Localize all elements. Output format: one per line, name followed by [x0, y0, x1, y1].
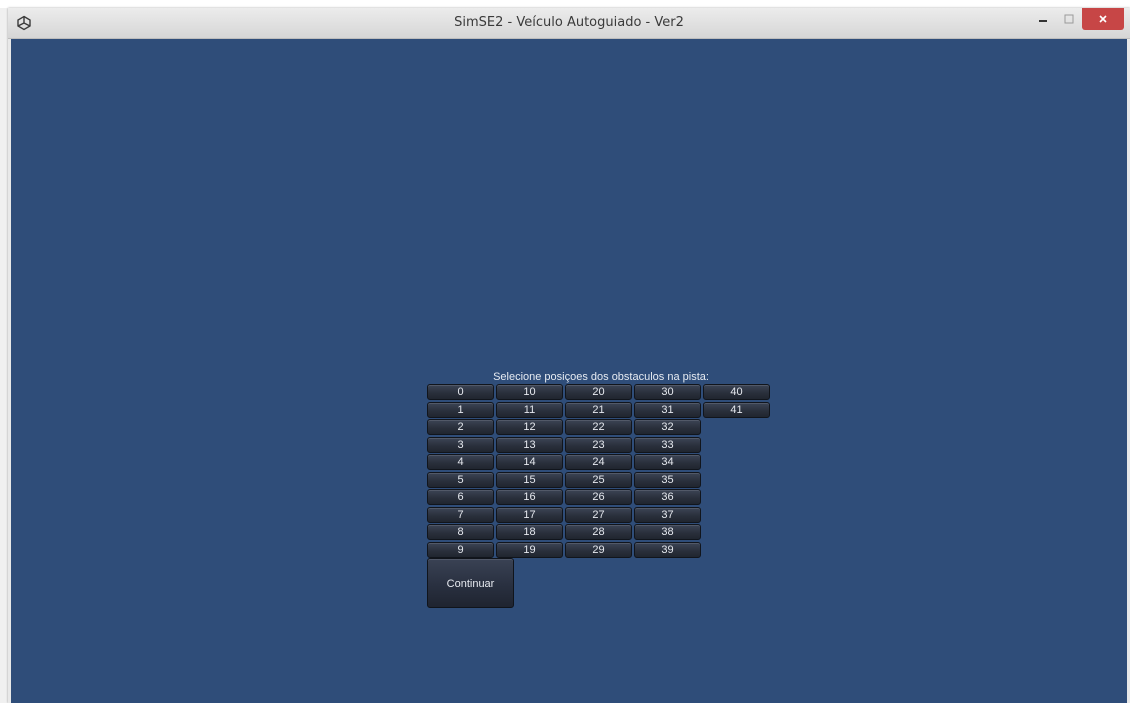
- position-button[interactable]: 12: [496, 419, 563, 435]
- position-button[interactable]: 5: [427, 471, 494, 488]
- position-button[interactable]: 3: [427, 436, 494, 453]
- maximize-button[interactable]: [1056, 8, 1082, 30]
- position-button[interactable]: 41: [703, 401, 770, 418]
- close-icon: [1098, 14, 1108, 24]
- position-button[interactable]: 34: [634, 454, 701, 470]
- position-button[interactable]: 38: [634, 524, 701, 540]
- position-button[interactable]: 37: [634, 506, 701, 523]
- close-button[interactable]: [1082, 8, 1124, 30]
- position-button[interactable]: 6: [427, 489, 494, 505]
- position-button[interactable]: 1: [427, 401, 494, 418]
- window-title: SimSE2 - Veículo Autoguiado - Ver2: [454, 15, 684, 30]
- position-button[interactable]: 32: [634, 419, 701, 435]
- position-button[interactable]: 28: [565, 524, 632, 540]
- position-button[interactable]: 26: [565, 489, 632, 505]
- obstacle-position-grid: 0 10 20 30 40 1 11 21 31 41 2 12 22 32 3…: [427, 384, 770, 558]
- minimize-button[interactable]: [1030, 8, 1056, 30]
- position-button[interactable]: 25: [565, 471, 632, 488]
- position-button[interactable]: 4: [427, 454, 494, 470]
- position-button[interactable]: 8: [427, 524, 494, 540]
- position-button[interactable]: 18: [496, 524, 563, 540]
- position-button[interactable]: 11: [496, 401, 563, 418]
- position-button[interactable]: 27: [565, 506, 632, 523]
- title-bar[interactable]: SimSE2 - Veículo Autoguiado - Ver2: [8, 8, 1130, 39]
- position-button[interactable]: 16: [496, 489, 563, 505]
- position-button[interactable]: 21: [565, 401, 632, 418]
- continue-button[interactable]: Continuar: [427, 558, 514, 608]
- position-button[interactable]: 20: [565, 384, 632, 400]
- position-button[interactable]: 22: [565, 419, 632, 435]
- obstacle-prompt: Selecione posiçoes dos obstaculos na pis…: [493, 371, 709, 383]
- position-button[interactable]: 39: [634, 541, 701, 558]
- position-button[interactable]: 17: [496, 506, 563, 523]
- position-button[interactable]: 7: [427, 506, 494, 523]
- maximize-icon: [1064, 14, 1074, 24]
- position-button[interactable]: 35: [634, 471, 701, 488]
- position-button[interactable]: 33: [634, 436, 701, 453]
- position-button[interactable]: 29: [565, 541, 632, 558]
- screen: SimSE2 - Veículo Autoguiado - Ver2 Selec…: [0, 0, 1130, 703]
- position-button[interactable]: 40: [703, 384, 770, 400]
- position-button[interactable]: 30: [634, 384, 701, 400]
- app-window: SimSE2 - Veículo Autoguiado - Ver2 Selec…: [8, 8, 1130, 703]
- position-button[interactable]: 10: [496, 384, 563, 400]
- position-button[interactable]: 14: [496, 454, 563, 470]
- position-button[interactable]: 19: [496, 541, 563, 558]
- game-viewport: Selecione posiçoes dos obstaculos na pis…: [11, 39, 1127, 703]
- position-button[interactable]: 36: [634, 489, 701, 505]
- position-button[interactable]: 9: [427, 541, 494, 558]
- position-button[interactable]: 2: [427, 419, 494, 435]
- position-button[interactable]: 31: [634, 401, 701, 418]
- position-button[interactable]: 0: [427, 384, 494, 400]
- minimize-icon: [1038, 14, 1048, 24]
- position-button[interactable]: 24: [565, 454, 632, 470]
- position-button[interactable]: 15: [496, 471, 563, 488]
- position-button[interactable]: 13: [496, 436, 563, 453]
- position-button[interactable]: 23: [565, 436, 632, 453]
